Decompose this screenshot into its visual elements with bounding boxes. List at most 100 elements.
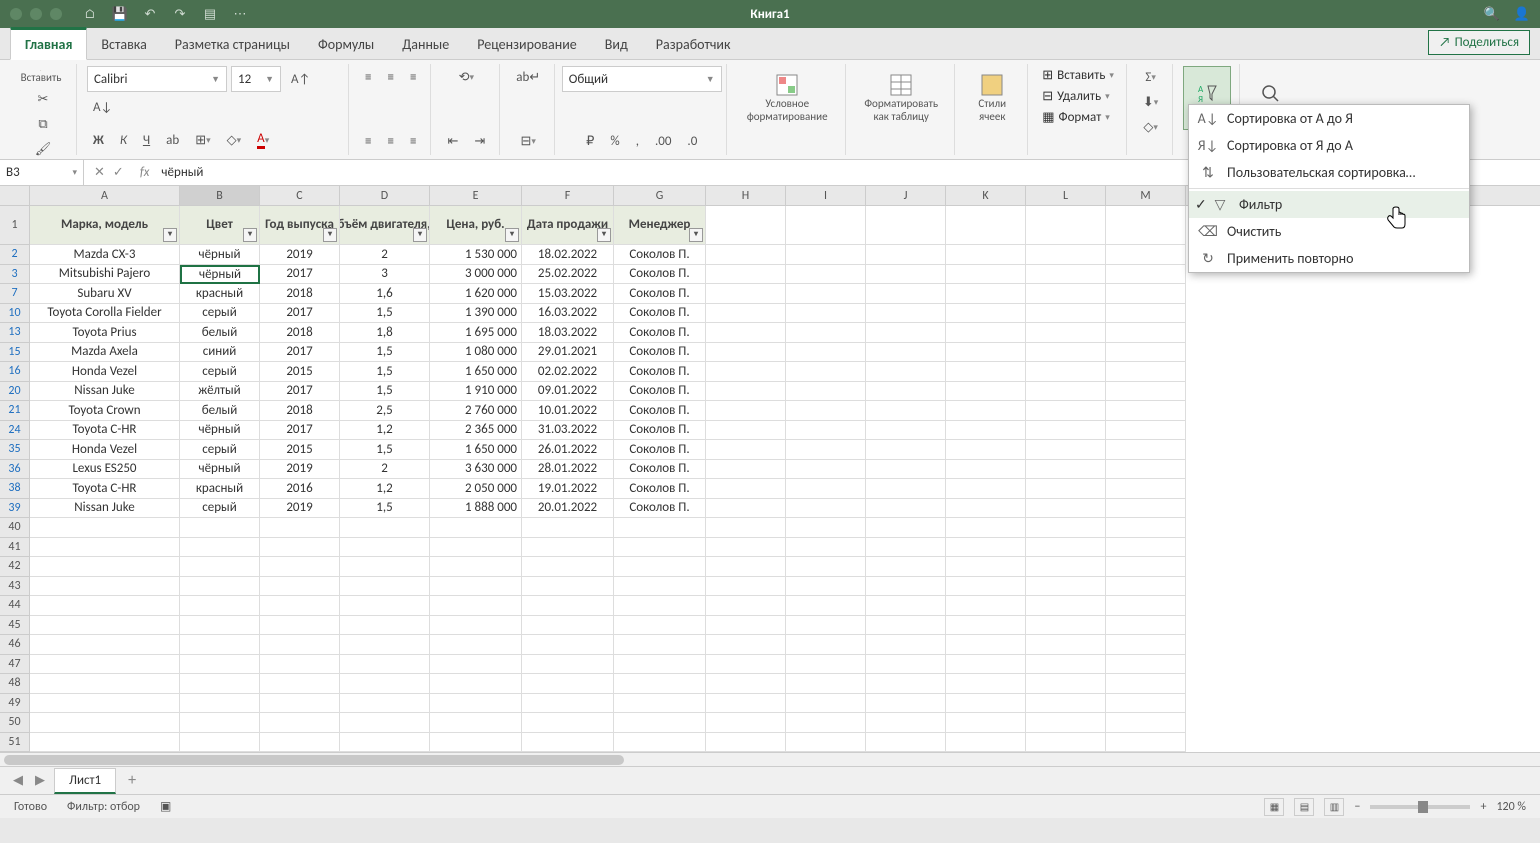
col-header-L[interactable]: L — [1026, 186, 1106, 205]
cell[interactable]: Год выпуска▾ — [260, 206, 340, 245]
cell[interactable] — [706, 440, 786, 460]
cell[interactable] — [786, 577, 866, 597]
percent-icon[interactable]: % — [604, 130, 625, 153]
cell[interactable] — [522, 596, 614, 616]
cell[interactable] — [866, 596, 946, 616]
cell[interactable] — [430, 557, 522, 577]
cell[interactable]: чёрный — [180, 265, 260, 285]
tab-developer[interactable]: Разработчик — [642, 30, 745, 59]
cell[interactable]: 1,2 — [340, 479, 430, 499]
cell[interactable] — [30, 694, 180, 714]
cell[interactable] — [180, 557, 260, 577]
cell[interactable]: Менеджер▾ — [614, 206, 706, 245]
cell[interactable]: 2 — [340, 245, 430, 265]
cell[interactable]: Марка, модель▾ — [30, 206, 180, 245]
align-middle-icon[interactable]: ≡ — [381, 66, 399, 89]
cell[interactable] — [1106, 557, 1186, 577]
record-macro-icon[interactable]: ▣ — [160, 799, 171, 814]
cell[interactable] — [786, 304, 866, 324]
cell[interactable] — [946, 713, 1026, 733]
cell[interactable] — [522, 733, 614, 753]
cell[interactable] — [30, 616, 180, 636]
view-layout-icon[interactable]: ▤ — [1294, 798, 1314, 816]
col-header-E[interactable]: E — [430, 186, 522, 205]
align-top-icon[interactable]: ≡ — [359, 66, 377, 89]
cell[interactable] — [946, 733, 1026, 753]
row-header[interactable]: 3 — [0, 265, 30, 285]
cell[interactable]: Соколов П. — [614, 440, 706, 460]
bold-button[interactable]: Ж — [87, 129, 110, 152]
cell[interactable] — [1106, 265, 1186, 285]
cell[interactable] — [1026, 401, 1106, 421]
cell[interactable]: Subaru XV — [30, 284, 180, 304]
filter-dropdown-icon[interactable]: ▾ — [163, 228, 177, 242]
cell[interactable]: серый — [180, 304, 260, 324]
cell[interactable]: Mitsubishi Pajero — [30, 265, 180, 285]
cell[interactable] — [1026, 557, 1106, 577]
cell[interactable] — [30, 674, 180, 694]
cell[interactable]: 1 620 000 — [430, 284, 522, 304]
horizontal-scrollbar[interactable] — [0, 752, 1540, 766]
cell[interactable]: 2019 — [260, 499, 340, 519]
cell[interactable] — [260, 655, 340, 675]
zoom-in-button[interactable]: + — [1480, 800, 1486, 814]
cell[interactable] — [946, 557, 1026, 577]
cell[interactable] — [866, 616, 946, 636]
cell[interactable]: жёлтый — [180, 382, 260, 402]
zoom-slider[interactable] — [1370, 805, 1470, 809]
cell[interactable] — [706, 421, 786, 441]
col-header-H[interactable]: H — [706, 186, 786, 205]
cell[interactable] — [430, 733, 522, 753]
cell[interactable]: серый — [180, 499, 260, 519]
cell[interactable]: 1 530 000 — [430, 245, 522, 265]
cell[interactable]: 3 000 000 — [430, 265, 522, 285]
cell[interactable] — [340, 713, 430, 733]
cell[interactable] — [786, 499, 866, 519]
cell[interactable]: 1,2 — [340, 421, 430, 441]
cell[interactable]: Mazda Axela — [30, 343, 180, 363]
cell[interactable] — [786, 245, 866, 265]
cell[interactable] — [866, 518, 946, 538]
cell[interactable] — [706, 362, 786, 382]
cell[interactable] — [866, 284, 946, 304]
cell[interactable] — [786, 674, 866, 694]
row-header[interactable]: 51 — [0, 733, 30, 753]
cell[interactable] — [1106, 616, 1186, 636]
cell[interactable]: белый — [180, 401, 260, 421]
row-header[interactable]: 15 — [0, 343, 30, 363]
cell[interactable]: 1,6 — [340, 284, 430, 304]
fill-icon[interactable]: ⬇▾ — [1137, 91, 1164, 114]
cell[interactable] — [946, 538, 1026, 558]
cell[interactable] — [180, 596, 260, 616]
number-format-select[interactable]: Общий▼ — [562, 66, 722, 92]
cell[interactable]: красный — [180, 284, 260, 304]
cell[interactable]: 2017 — [260, 421, 340, 441]
cell[interactable] — [1106, 499, 1186, 519]
cell[interactable]: 31.03.2022 — [522, 421, 614, 441]
cell[interactable]: Соколов П. — [614, 323, 706, 343]
cell[interactable] — [1106, 401, 1186, 421]
cell[interactable] — [786, 557, 866, 577]
cell[interactable] — [706, 323, 786, 343]
cell[interactable]: Соколов П. — [614, 343, 706, 363]
grid[interactable]: ABCDEFGHIJKLM 1Марка, модель▾Цвет▾Год вы… — [0, 186, 1540, 766]
cell[interactable] — [180, 655, 260, 675]
cell[interactable] — [786, 538, 866, 558]
tab-view[interactable]: Вид — [591, 30, 642, 59]
col-header-F[interactable]: F — [522, 186, 614, 205]
cell[interactable] — [180, 616, 260, 636]
col-header-J[interactable]: J — [866, 186, 946, 205]
strike-button[interactable]: ab — [160, 129, 185, 152]
cell[interactable] — [866, 362, 946, 382]
cell[interactable] — [1106, 674, 1186, 694]
cell[interactable] — [946, 284, 1026, 304]
cell[interactable]: красный — [180, 479, 260, 499]
cell[interactable]: 3 — [340, 265, 430, 285]
cell[interactable] — [1026, 440, 1106, 460]
cell[interactable]: 1,5 — [340, 499, 430, 519]
cell[interactable] — [866, 343, 946, 363]
cell[interactable] — [866, 713, 946, 733]
cell[interactable] — [866, 206, 946, 245]
cell[interactable]: чёрный — [180, 421, 260, 441]
cell[interactable] — [946, 245, 1026, 265]
